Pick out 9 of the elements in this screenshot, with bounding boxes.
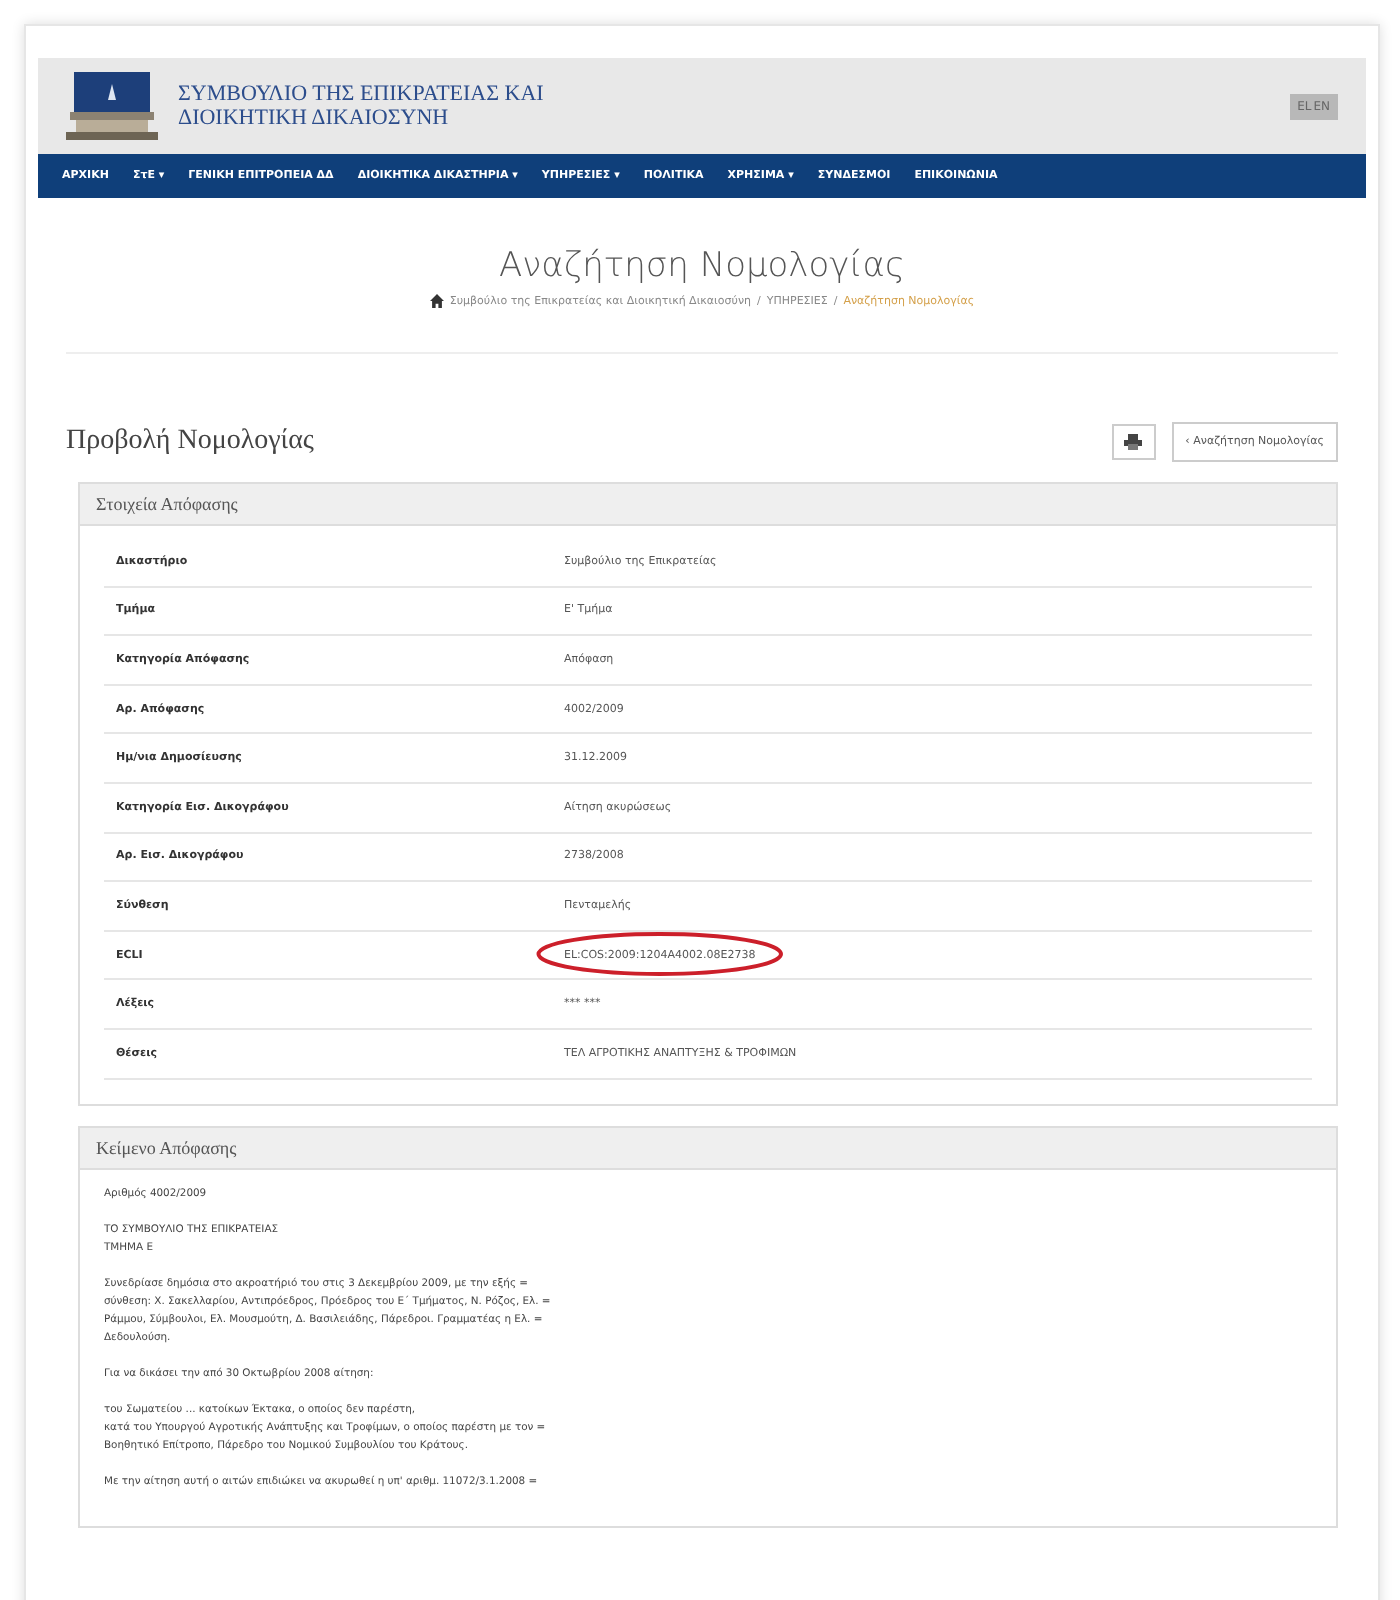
printer-icon (1124, 434, 1143, 450)
print-button[interactable] (1111, 424, 1156, 460)
site-title[interactable]: ΣΥΜΒΟΥΛΙΟ ΤΗΣ ΕΠΙΚΡΑΤΕΙΑΣ ΚΑΙ ΔΙΟΙΚΗΤΙΚΗ ΔΙΚΑΙΟΣΥΝΗ (178, 82, 1270, 130)
panel-title: Στοιχεία Απόφασης (80, 484, 1336, 526)
page-title: Αναζήτηση Νομολογίας (497, 246, 907, 286)
building-logo-icon (66, 72, 158, 140)
panel-title: Κείμενο Απόφασης (80, 1127, 1336, 1170)
home-icon[interactable] (429, 294, 444, 308)
section-title: Προβολή Νομολογίας (66, 426, 316, 458)
